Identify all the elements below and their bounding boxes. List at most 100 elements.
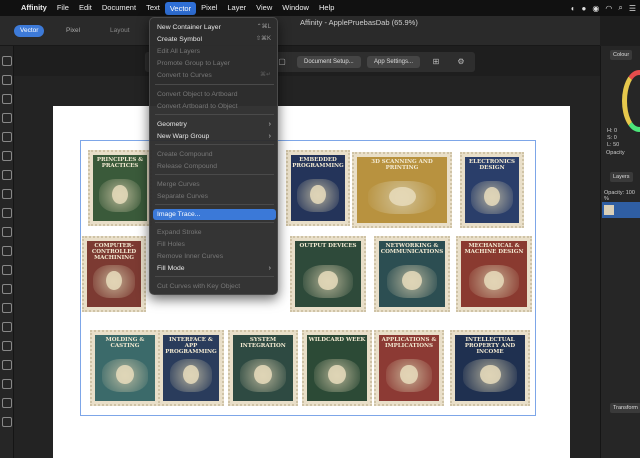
node-tool-icon[interactable] (2, 75, 12, 85)
app-settings-button[interactable]: App Settings... (367, 56, 421, 68)
stamp-title: INTELLECTUAL PROPERTY AND INCOME (464, 337, 516, 355)
menu-pixel[interactable]: Pixel (196, 0, 222, 16)
menu-window[interactable]: Window (277, 0, 314, 16)
stamp-emblem (318, 270, 338, 291)
stamp-applications-implications[interactable]: APPLICATIONS & IMPLICATIONS (374, 330, 444, 406)
stamp-artwork: ELECTRONICS DESIGN (465, 157, 519, 223)
menu-text[interactable]: Text (141, 0, 165, 16)
snapping-icon[interactable]: ⊞ (430, 56, 442, 68)
stamp-artwork: 3D SCANNING AND PRINTING (357, 157, 447, 223)
menu-item-label: Create Compound (157, 151, 213, 158)
tray-record-icon[interactable]: ● (582, 4, 587, 13)
gear-icon[interactable]: ⚙ (455, 56, 467, 68)
zoom-tool-icon[interactable] (2, 398, 12, 408)
stamp-interface-app-programming[interactable]: INTERFACE & APP PROGRAMMING (158, 330, 224, 406)
table-tool-icon[interactable] (2, 360, 12, 370)
menu-item-convert-object-to-artboard: Convert Object to Artboard (153, 89, 276, 100)
stamp-computer-controlled-machining[interactable]: COMPUTER-CONTROLLED MACHINING (82, 236, 146, 312)
stamp-artwork: INTELLECTUAL PROPERTY AND INCOME (455, 335, 525, 401)
transform-tab[interactable]: Transform (610, 403, 640, 413)
pencil-tool-icon[interactable] (2, 132, 12, 142)
menu-item-release-compound: Release Compound (153, 161, 276, 172)
tray-app-icon[interactable]: ◐ (571, 4, 576, 13)
window-title: Affinity - ApplePruebasDab (65.9%) (300, 18, 418, 27)
stamp-title: 3D SCANNING AND PRINTING (371, 159, 433, 171)
menu-item-label: Image Trace... (157, 211, 201, 218)
stamp-title: SYSTEM INTEGRATION (240, 337, 286, 349)
stamp-title: EMBEDDED PROGRAMMING (292, 157, 344, 169)
menu-item-label: New Container Layer (157, 24, 221, 31)
stamp-emblem (484, 270, 504, 291)
stamp-emblem (388, 186, 416, 207)
tray-wifi-icon[interactable]: ◠ (605, 4, 612, 13)
menu-file[interactable]: File (52, 0, 74, 16)
stamp-mechanical-machine-design[interactable]: MECHANICAL & MACHINE DESIGN (456, 236, 532, 312)
stamp-molding-casting[interactable]: MOLDING & CASTING (90, 330, 160, 406)
document-setup-button[interactable]: Document Setup... (297, 56, 361, 68)
stamp-wildcard-week[interactable]: WILDCARD WEEK (302, 330, 372, 406)
brush-tool-icon[interactable] (2, 151, 12, 161)
menu-help[interactable]: Help (314, 0, 339, 16)
place-tool-icon[interactable] (2, 227, 12, 237)
menu-view[interactable]: View (251, 0, 277, 16)
stamp-3d-scanning-printing[interactable]: 3D SCANNING AND PRINTING (352, 152, 452, 228)
view-tool-icon[interactable] (2, 417, 12, 427)
pen-tool-icon[interactable] (2, 113, 12, 123)
stamp-output-devices[interactable]: OUTPUT DEVICES (290, 236, 366, 312)
menu-item-separate-curves: Separate Curves (153, 191, 276, 202)
menu-item-geometry[interactable]: Geometry › (153, 119, 276, 130)
fill-tool-icon[interactable] (2, 170, 12, 180)
menu-item-fill-holes: Fill Holes (153, 239, 276, 250)
menu-separator (155, 84, 274, 85)
stamp-emblem (402, 270, 422, 291)
crop-tool-icon[interactable] (2, 208, 12, 218)
stamp-title: ELECTRONICS DESIGN (468, 159, 516, 171)
shape-tool-icon[interactable] (2, 284, 12, 294)
tray-eye-icon[interactable]: ◉ (592, 4, 599, 13)
ellipse-tool-icon[interactable] (2, 265, 12, 275)
hue-value: H: 0 (607, 128, 618, 134)
color-picker-tool-icon[interactable] (2, 379, 12, 389)
menu-vector[interactable]: Vector (164, 1, 197, 15)
rectangle-tool-icon[interactable] (2, 246, 12, 256)
frame-text-tool-icon[interactable] (2, 341, 12, 351)
tray-control-center-icon[interactable]: ☰ (629, 4, 636, 13)
stamp-principles-practices[interactable]: PRINCIPLES & PRACTICES (88, 150, 152, 226)
stamp-electronics-design[interactable]: ELECTRONICS DESIGN (460, 152, 524, 228)
pixel-persona-button[interactable]: Pixel (66, 25, 80, 37)
move-tool-icon[interactable] (2, 56, 12, 66)
menu-item-label: Convert to Curves (157, 72, 212, 79)
menu-item-fill-mode[interactable]: Fill Mode › (153, 263, 276, 274)
stamp-title: PRINCIPLES & PRACTICES (96, 157, 144, 169)
menu-separator (155, 204, 274, 205)
menu-affinity[interactable]: Affinity (16, 0, 52, 16)
layer-row-selected[interactable] (602, 202, 640, 218)
menu-item-create-symbol[interactable]: Create Symbol ⇧⌘K (153, 34, 276, 45)
chevron-right-icon: › (268, 265, 271, 272)
stamp-embedded-programming[interactable]: EMBEDDED PROGRAMMING (286, 150, 350, 226)
menu-item-promote-group-to-layer: Promote Group to Layer (153, 58, 276, 69)
menu-bar: Affinity File Edit Document Text Vector … (0, 0, 640, 16)
stamp-artwork: MOLDING & CASTING (95, 335, 155, 401)
colour-tab[interactable]: Colour (610, 50, 633, 60)
transparency-tool-icon[interactable] (2, 189, 12, 199)
menu-item-new-container-layer[interactable]: New Container Layer ⌃⌘L (153, 22, 276, 33)
chevron-right-icon: › (268, 121, 271, 128)
stamp-networking-communications[interactable]: NETWORKING & COMMUNICATIONS (374, 236, 450, 312)
layers-opacity-readout[interactable]: Opacity: 100 % (604, 190, 640, 202)
menu-layer[interactable]: Layer (222, 0, 251, 16)
menu-item-image-trace[interactable]: Image Trace... (153, 209, 276, 220)
stamp-system-integration[interactable]: SYSTEM INTEGRATION (228, 330, 298, 406)
menu-item-create-compound: Create Compound (153, 149, 276, 160)
text-tool-icon[interactable] (2, 303, 12, 313)
menu-document[interactable]: Document (97, 0, 141, 16)
artistic-text-tool-icon[interactable] (2, 322, 12, 332)
layout-persona-button[interactable]: Layout (110, 25, 130, 37)
tray-search-icon[interactable]: ⌕ (618, 3, 622, 13)
stamp-intellectual-property-income[interactable]: INTELLECTUAL PROPERTY AND INCOME (450, 330, 530, 406)
corner-tool-icon[interactable] (2, 94, 12, 104)
menu-item-new-warp-group[interactable]: New Warp Group › (153, 131, 276, 142)
menu-edit[interactable]: Edit (74, 0, 97, 16)
layers-tab[interactable]: Layers (610, 172, 633, 182)
vector-persona-button[interactable]: Vector (14, 25, 45, 37)
